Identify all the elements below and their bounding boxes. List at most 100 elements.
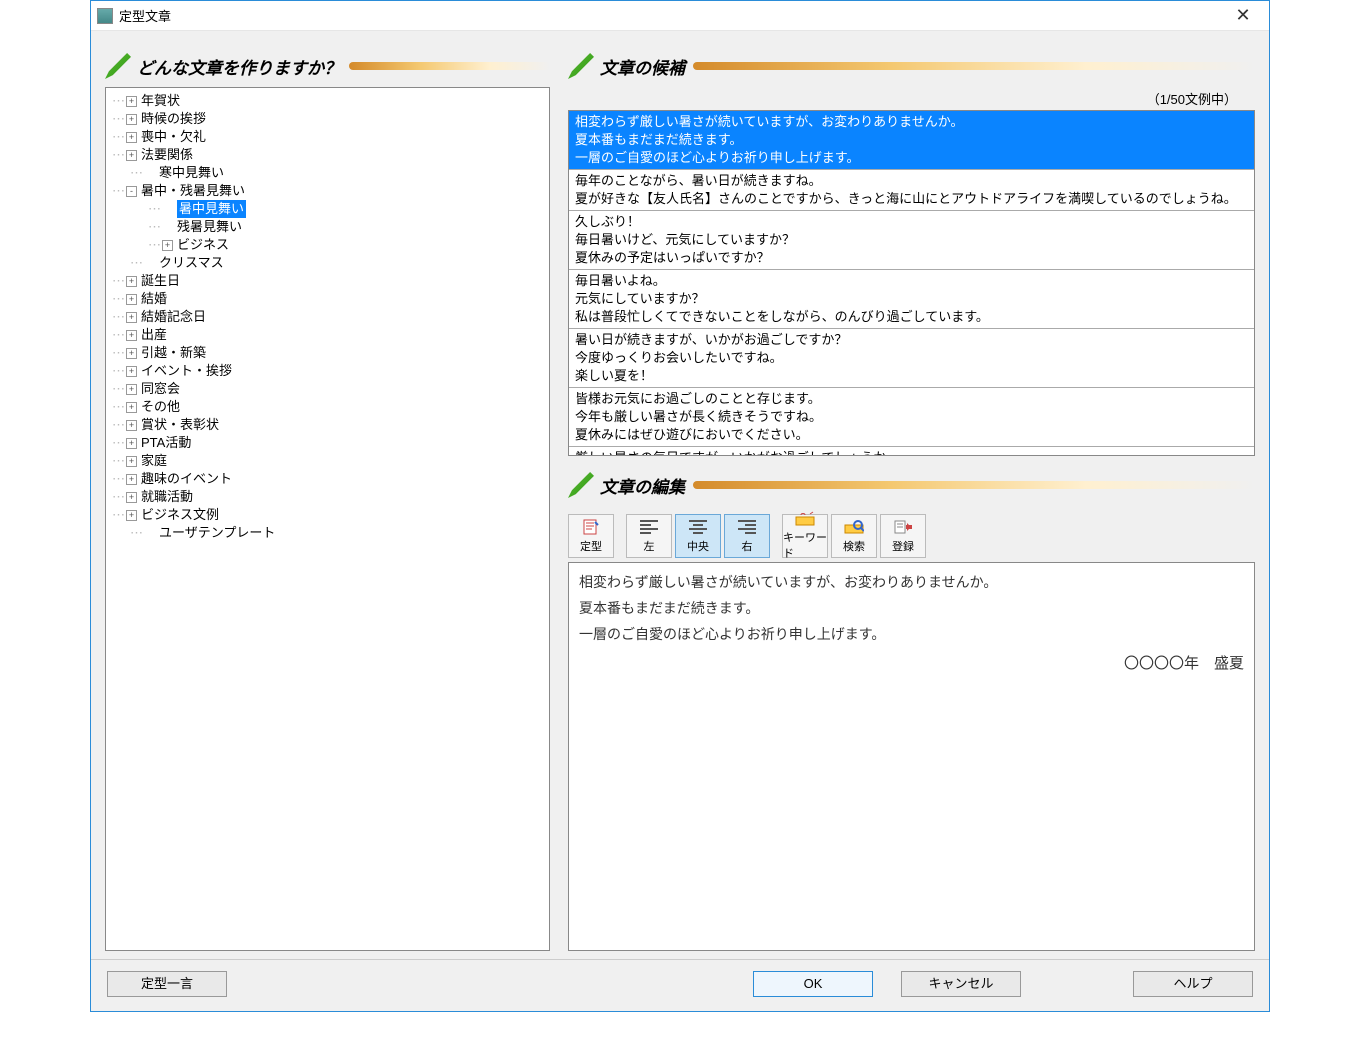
tree-item[interactable]: ⋯+趣味のイベント (112, 470, 543, 488)
expand-icon[interactable]: + (126, 366, 137, 377)
tree-label: ビジネス (177, 236, 229, 254)
edit-title: 文章の編集 (600, 473, 685, 498)
expand-icon[interactable]: + (126, 420, 137, 431)
align-center-icon (688, 518, 708, 536)
search-label: 検索 (843, 538, 865, 554)
tree-label: 出産 (141, 326, 167, 344)
expand-icon[interactable]: + (126, 312, 137, 323)
tree-label: 結婚 (141, 290, 167, 308)
tree-item[interactable]: ⋯ユーザテンプレート (112, 524, 543, 542)
tree-item[interactable]: ⋯+PTA活動 (112, 434, 543, 452)
expand-icon[interactable]: + (162, 240, 173, 251)
tree-item[interactable]: ⋯+家庭 (112, 452, 543, 470)
tree-item[interactable]: ⋯+誕生日 (112, 272, 543, 290)
candidate-item[interactable]: 皆様お元気にお過ごしのことと存じます。今年も厳しい暑さが長く続きそうですね。夏休… (569, 388, 1254, 447)
align-center-label: 中央 (687, 538, 709, 554)
candidate-item[interactable]: 久しぶり！毎日暑いけど、元気にしていますか？夏休みの予定はいっぱいですか？ (569, 211, 1254, 270)
window-title: 定型文章 (119, 6, 171, 25)
expand-icon[interactable]: + (126, 474, 137, 485)
content-area: どんな文章を作りますか？ ⋯+年賀状⋯+時候の挨拶⋯+喪中・欠礼⋯+法要関係⋯寒… (91, 31, 1269, 959)
align-left-label: 左 (644, 538, 655, 554)
register-label: 登録 (892, 538, 914, 554)
tree-item[interactable]: ⋯残暑見舞い (112, 218, 543, 236)
tree-label: 賞状・表彰状 (141, 416, 219, 434)
tree-item[interactable]: ⋯+出産 (112, 326, 543, 344)
align-right-icon (737, 518, 757, 536)
app-icon (97, 8, 113, 24)
expand-icon[interactable]: + (126, 402, 137, 413)
close-button[interactable]: ✕ (1223, 2, 1263, 30)
expand-icon[interactable]: + (126, 330, 137, 341)
tree-item[interactable]: ⋯+結婚 (112, 290, 543, 308)
tree-item[interactable]: ⋯+法要関係 (112, 146, 543, 164)
expand-icon[interactable]: + (126, 276, 137, 287)
template-button[interactable]: 定型 (568, 514, 614, 558)
tree-label: 結婚記念日 (141, 308, 206, 326)
candidate-item[interactable]: 厳しい暑さの毎日ですが、いかがお過ごしでしょうか。 (569, 447, 1254, 456)
tree-item[interactable]: ⋯暑中見舞い (112, 200, 543, 218)
expand-icon[interactable]: + (126, 456, 137, 467)
collapse-icon[interactable]: - (126, 186, 137, 197)
help-button[interactable]: ヘルプ (1133, 971, 1253, 997)
tree-label: 誕生日 (141, 272, 180, 290)
ok-button[interactable]: OK (753, 971, 873, 997)
tree-label: 法要関係 (141, 146, 193, 164)
tree-label: 時候の挨拶 (141, 110, 206, 128)
candidate-item[interactable]: 暑い日が続きますが、いかがお過ごしですか？今度ゆっくりお会いしたいですね。楽しい… (569, 329, 1254, 388)
align-center-button[interactable]: 中央 (675, 514, 721, 558)
expand-icon[interactable]: + (126, 384, 137, 395)
align-left-button[interactable]: 左 (626, 514, 672, 558)
expand-icon[interactable]: + (126, 294, 137, 305)
category-tree[interactable]: ⋯+年賀状⋯+時候の挨拶⋯+喪中・欠礼⋯+法要関係⋯寒中見舞い⋯-暑中・残暑見舞… (105, 87, 550, 951)
expand-icon[interactable]: + (126, 150, 137, 161)
expand-icon[interactable]: + (126, 438, 137, 449)
teikei-hitokoto-button[interactable]: 定型一言 (107, 971, 227, 997)
register-button[interactable]: 登録 (880, 514, 926, 558)
left-header: どんな文章を作りますか？ (105, 51, 550, 81)
header-underline (693, 62, 1255, 70)
tree-item[interactable]: ⋯+時候の挨拶 (112, 110, 543, 128)
tree-label: 寒中見舞い (159, 164, 224, 182)
tree-item[interactable]: ⋯クリスマス (112, 254, 543, 272)
close-icon: ✕ (1235, 5, 1250, 26)
keyword-label: キーワード (783, 529, 827, 561)
tree-item[interactable]: ⋯+引越・新築 (112, 344, 543, 362)
tree-item[interactable]: ⋯+ビジネス文例 (112, 506, 543, 524)
tree-item[interactable]: ⋯+就職活動 (112, 488, 543, 506)
tree-item[interactable]: ⋯+年賀状 (112, 92, 543, 110)
tree-item[interactable]: ⋯-暑中・残暑見舞い (112, 182, 543, 200)
tree-item[interactable]: ⋯寒中見舞い (112, 164, 543, 182)
left-pane: どんな文章を作りますか？ ⋯+年賀状⋯+時候の挨拶⋯+喪中・欠礼⋯+法要関係⋯寒… (105, 51, 550, 951)
bottom-bar: 定型一言 OK キャンセル ヘルプ (91, 959, 1269, 1007)
expand-icon[interactable]: + (126, 348, 137, 359)
tree-label: 喪中・欠礼 (141, 128, 206, 146)
document-icon (581, 518, 601, 536)
tree-label: 暑中・残暑見舞い (141, 182, 245, 200)
tree-item[interactable]: ⋯+賞状・表彰状 (112, 416, 543, 434)
tree-label: クリスマス (159, 254, 224, 272)
tree-label: 家庭 (141, 452, 167, 470)
candidate-item[interactable]: 毎日暑いよね。元気にしていますか？私は普段忙しくてできないことをしながら、のんび… (569, 270, 1254, 329)
register-icon (893, 518, 913, 536)
expand-icon[interactable]: + (126, 492, 137, 503)
align-right-button[interactable]: 右 (724, 514, 770, 558)
tree-item[interactable]: ⋯+結婚記念日 (112, 308, 543, 326)
expand-icon[interactable]: + (126, 510, 137, 521)
candidates-title: 文章の候補 (600, 54, 685, 79)
candidate-item[interactable]: 相変わらず厳しい暑さが続いていますが、お変わりありませんか。夏本番もまだまだ続き… (569, 111, 1254, 170)
tree-item[interactable]: ⋯+ビジネス (112, 236, 543, 254)
text-editor[interactable]: 相変わらず厳しい暑さが続いていますが、お変わりありませんか。夏本番もまだまだ続き… (568, 562, 1255, 951)
expand-icon[interactable]: + (126, 114, 137, 125)
cancel-button[interactable]: キャンセル (901, 971, 1021, 997)
tree-item[interactable]: ⋯+喪中・欠礼 (112, 128, 543, 146)
candidate-list[interactable]: 相変わらず厳しい暑さが続いていますが、お変わりありませんか。夏本番もまだまだ続き… (568, 110, 1255, 456)
tree-item[interactable]: ⋯+その他 (112, 398, 543, 416)
search-button[interactable]: 検索 (831, 514, 877, 558)
keyword-button[interactable]: キーワード (782, 514, 828, 558)
tree-item[interactable]: ⋯+イベント・挨拶 (112, 362, 543, 380)
expand-icon[interactable]: + (126, 96, 137, 107)
candidate-item[interactable]: 毎年のことながら、暑い日が続きますね。夏が好きな【友人氏名】さんのことですから、… (569, 170, 1254, 211)
expand-icon[interactable]: + (126, 132, 137, 143)
tree-label: 残暑見舞い (177, 218, 242, 236)
tree-item[interactable]: ⋯+同窓会 (112, 380, 543, 398)
